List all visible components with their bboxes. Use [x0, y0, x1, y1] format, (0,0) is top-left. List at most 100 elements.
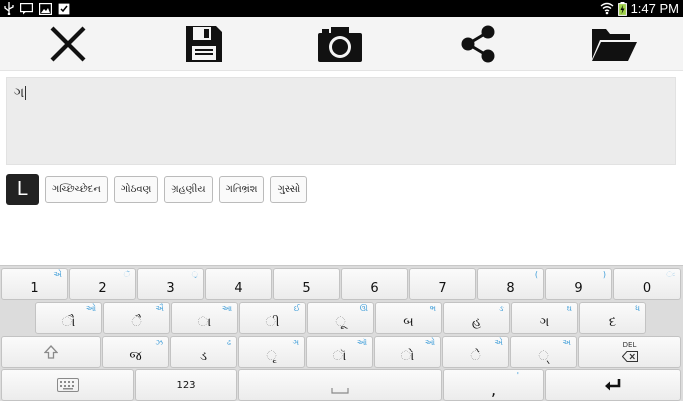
space-icon — [331, 388, 349, 394]
key-label: જ — [129, 349, 142, 364]
key-hint: ઙ — [498, 304, 504, 313]
key-au-sign[interactable]: ઓૌ — [35, 302, 102, 334]
key-label: બ — [403, 315, 414, 330]
enter-key[interactable] — [545, 369, 681, 401]
key-o-sign[interactable]: ઓો — [374, 336, 441, 368]
key-label: 3 — [166, 281, 175, 296]
enter-icon — [605, 379, 621, 391]
key-label: ૃ — [266, 349, 277, 364]
key-8[interactable]: (8 — [477, 268, 544, 300]
key-hint: આ — [221, 304, 232, 313]
key-label: ી — [265, 315, 280, 330]
suggestion-chip[interactable]: ગ્રહણીય — [164, 176, 213, 203]
editor-text: ગ — [14, 85, 25, 101]
text-cursor — [25, 86, 27, 100]
key-9[interactable]: ) 9 — [545, 268, 612, 300]
key-label: 4 — [234, 281, 243, 296]
key-label: 6 — [370, 281, 379, 296]
key-label: ૈ — [131, 315, 142, 330]
key-7[interactable]: 7 — [409, 268, 476, 300]
key-label: 5 — [302, 281, 311, 296]
key-candra-o-sign[interactable]: ઑૉ — [306, 336, 373, 368]
status-icons-right: 1:47 PM — [600, 0, 679, 17]
key-label: 9 — [574, 281, 583, 296]
key-hint: ઓ — [424, 338, 435, 347]
key-label: 2 — [98, 281, 107, 296]
key-dda[interactable]: ઢડ — [170, 336, 237, 368]
key-hint: એ — [53, 270, 62, 279]
close-button[interactable] — [36, 21, 100, 67]
save-icon — [186, 26, 222, 62]
key-ii-sign[interactable]: ઈી — [239, 302, 306, 334]
status-icons-left — [4, 2, 70, 15]
shift-icon-wrap — [2, 337, 100, 367]
key-1[interactable]: એ1 — [1, 268, 68, 300]
key-5[interactable]: 5 — [273, 268, 340, 300]
key-virama[interactable]: અ્ — [510, 336, 577, 368]
shift-key[interactable] — [1, 336, 101, 368]
keyboard-icon-wrap — [2, 370, 133, 400]
suggestion-bar: L ગચ્છિચ્છેદન ગોઠવણ ગ્રહણીય ગતિભ્રંશ ગુસ… — [6, 174, 308, 205]
key-0[interactable]: ઃ 0 — [613, 268, 681, 300]
key-label: ્ — [538, 349, 549, 364]
key-ha[interactable]: ઙહ — [443, 302, 510, 334]
space-icon-wrap — [239, 388, 441, 394]
key-label: ડ — [199, 349, 208, 364]
key-label: ગ — [539, 315, 550, 330]
text-editor[interactable]: ગ — [6, 77, 676, 165]
image-icon — [39, 2, 52, 15]
suggestion-chip[interactable]: ગતિભ્રંશ — [218, 176, 265, 203]
save-button[interactable] — [172, 21, 236, 67]
key-hint: ભ — [429, 304, 436, 313]
key-hint: ) — [602, 270, 606, 279]
key-hint: ' — [516, 371, 519, 380]
key-hint: ( — [534, 270, 538, 279]
key-hint: ઢ — [227, 338, 231, 347]
key-hint: ધ — [635, 304, 640, 313]
key-label: ૌ — [61, 315, 76, 330]
key-ai-sign[interactable]: ઐૈ — [103, 302, 170, 334]
key-aa-sign[interactable]: આા — [171, 302, 238, 334]
gujarati-keyboard: એ1 ૅ 2 ્ર 3 4 5 6 7 (8 ) 9 ઃ 0 ઓૌ ઐૈ આા ઈી ઊ… — [0, 265, 683, 401]
camera-icon — [318, 27, 362, 62]
key-e-sign[interactable]: એે — [442, 336, 509, 368]
suggestion-chip[interactable]: ગચ્છિચ્છેદન — [45, 176, 108, 203]
clipboard-check-icon — [58, 3, 70, 15]
key-hint: ઃ — [666, 270, 675, 279]
key-label: 0 — [642, 281, 652, 296]
comma-key[interactable]: ' , — [443, 369, 544, 401]
key-hint: ઑ — [356, 338, 367, 347]
key-label: 1 — [30, 281, 39, 296]
key-hint: ઓ — [85, 304, 96, 313]
key-ga[interactable]: ઘગ — [511, 302, 578, 334]
numeric-mode-label: 123 — [176, 379, 196, 391]
key-4[interactable]: 4 — [205, 268, 272, 300]
numeric-mode-key[interactable]: 123 — [135, 369, 237, 401]
key-label: , — [490, 380, 497, 399]
key-ba[interactable]: ભબ — [375, 302, 442, 334]
key-ja[interactable]: ઝજ — [102, 336, 169, 368]
key-6[interactable]: 6 — [341, 268, 408, 300]
key-da[interactable]: ધદ — [579, 302, 646, 334]
key-hint: ઘ — [566, 304, 572, 313]
close-icon — [50, 26, 86, 62]
key-hint: ઐ — [155, 304, 164, 313]
share-button[interactable] — [446, 21, 510, 67]
space-key[interactable] — [238, 369, 442, 401]
suggestion-chip[interactable]: ગુસ્સો — [270, 176, 308, 203]
key-2[interactable]: ૅ 2 — [69, 268, 136, 300]
camera-button[interactable] — [308, 21, 372, 67]
keyboard-settings-key[interactable] — [1, 369, 134, 401]
key-hint: ૅ — [123, 270, 130, 279]
key-ri-sign[interactable]: ઞૃ — [238, 336, 305, 368]
delete-key[interactable]: DEL — [578, 336, 681, 368]
key-uu-sign[interactable]: ઊૂ — [307, 302, 374, 334]
key-3[interactable]: ્ર 3 — [137, 268, 204, 300]
open-folder-button[interactable] — [582, 21, 646, 67]
wifi-icon — [600, 2, 614, 15]
shift-icon — [44, 345, 58, 359]
suggestion-chip[interactable]: ગોઠવણ — [113, 176, 159, 203]
toolbar — [0, 17, 683, 71]
backspace-icon — [621, 351, 638, 362]
language-toggle-button[interactable]: L — [6, 174, 39, 205]
